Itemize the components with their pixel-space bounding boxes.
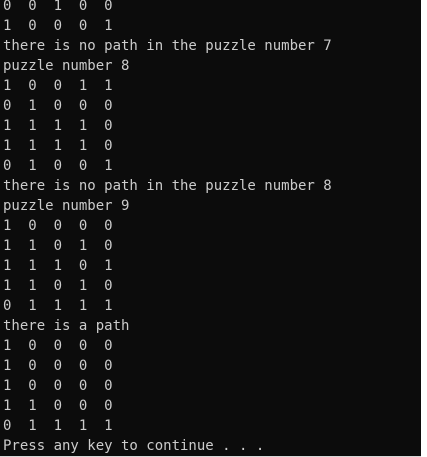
puzzle-heading: puzzle number 9 — [3, 198, 130, 214]
matrix-row: 1 1 0 1 0 — [3, 238, 113, 254]
path-row: 1 0 0 0 0 — [3, 338, 113, 354]
path-row: 1 0 0 0 0 — [3, 358, 113, 374]
puzzle-heading: puzzle number 8 — [3, 58, 130, 74]
result-message: there is a path — [3, 318, 130, 334]
matrix-row: 0 1 0 0 1 — [3, 158, 113, 174]
path-row: 0 1 1 1 1 — [3, 418, 113, 434]
matrix-row: 0 1 0 0 0 — [3, 98, 113, 114]
matrix-row: 0 1 1 1 1 — [3, 298, 113, 314]
matrix-row: 1 1 1 0 1 — [3, 258, 113, 274]
result-message: there is no path in the puzzle number 7 — [3, 38, 332, 54]
matrix-row: 1 0 0 0 1 — [3, 18, 113, 34]
console-output: 0 0 1 0 0 1 0 0 0 1 there is no path in … — [3, 0, 332, 456]
matrix-row: 0 0 1 0 0 — [3, 0, 113, 14]
matrix-row: 1 0 0 1 1 — [3, 78, 113, 94]
path-row: 1 0 0 0 0 — [3, 378, 113, 394]
matrix-row: 1 1 1 1 0 — [3, 118, 113, 134]
scrollbar-track[interactable] — [421, 0, 427, 457]
console-window[interactable]: 0 0 1 0 0 1 0 0 0 1 there is no path in … — [0, 0, 421, 457]
path-row: 1 1 0 0 0 — [3, 398, 113, 414]
matrix-row: 1 1 1 1 0 — [3, 138, 113, 154]
matrix-row: 1 0 0 0 0 — [3, 218, 113, 234]
matrix-row: 1 1 0 1 0 — [3, 278, 113, 294]
continue-prompt: Press any key to continue . . . — [3, 438, 265, 454]
result-message: there is no path in the puzzle number 8 — [3, 178, 332, 194]
